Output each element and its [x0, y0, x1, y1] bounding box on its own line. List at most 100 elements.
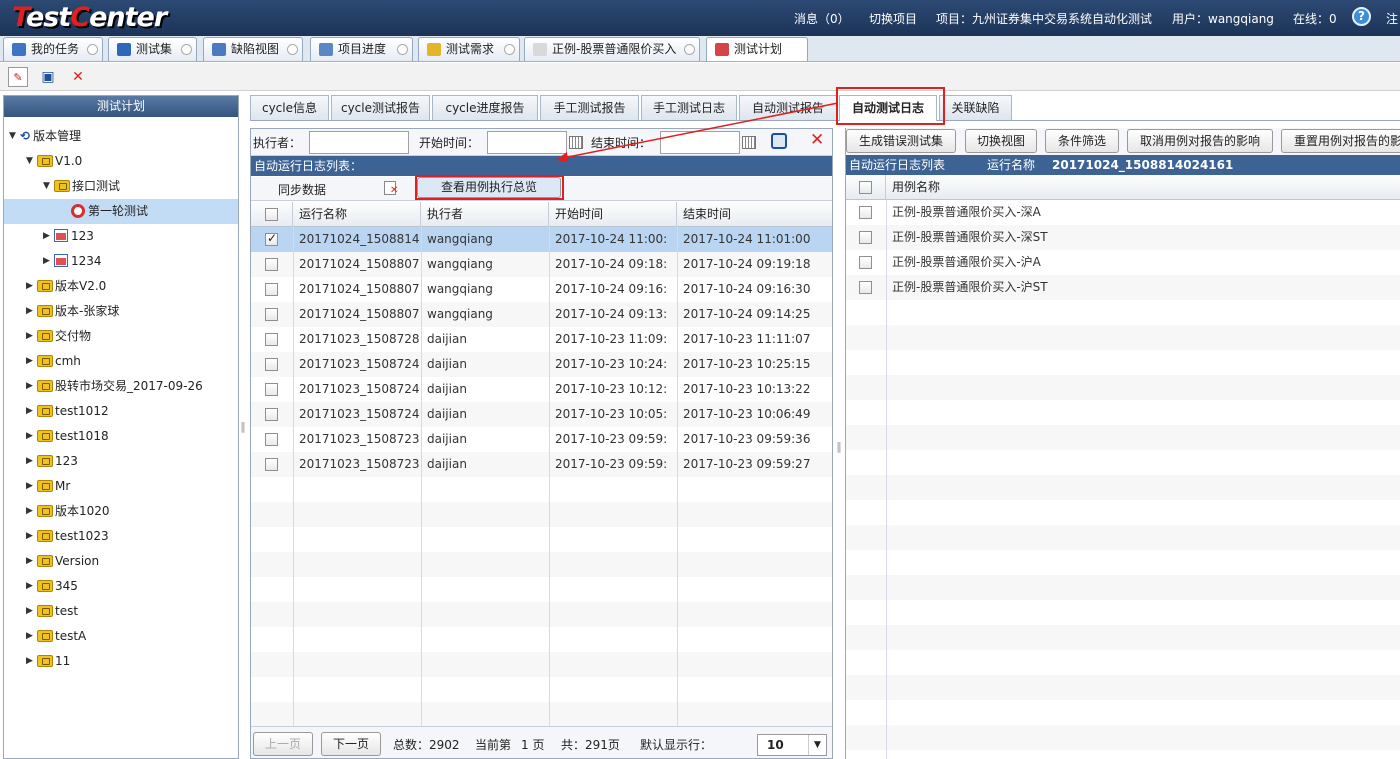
table-row[interactable]: 20171024_1508807 wangqiang 2017-10-24 09:1… [251, 302, 832, 327]
tab-related-defects[interactable]: 关联缺陷 [939, 95, 1012, 120]
start-time-input[interactable] [487, 131, 567, 154]
tree-toggle-icon[interactable]: ▶ [26, 424, 33, 449]
row-checkbox[interactable] [265, 283, 278, 296]
tree-node[interactable]: ▶ test1012 [4, 399, 238, 424]
messages-link[interactable]: 消息（0） [794, 10, 850, 27]
tree-node[interactable]: ▶ test1018 [4, 424, 238, 449]
prev-page-button[interactable]: 上一页 [253, 732, 313, 756]
tree-toggle-icon[interactable]: ▶ [26, 349, 33, 374]
tab-close-icon[interactable] [87, 44, 98, 55]
case-checkbox[interactable] [859, 206, 872, 219]
tab-test-plan[interactable]: 测试计划 [706, 37, 808, 61]
tree-toggle-icon[interactable]: ▶ [26, 649, 33, 674]
save-icon[interactable]: ▣ [38, 67, 58, 87]
page-size-select[interactable]: 10 ▼ [757, 734, 827, 756]
tree-toggle-icon[interactable]: ▶ [26, 374, 33, 399]
switch-view-button[interactable]: 切换视图 [965, 129, 1037, 153]
tree-node[interactable]: ▶ 交付物 [4, 324, 238, 349]
row-checkbox[interactable] [265, 231, 278, 246]
tree-toggle-icon[interactable]: ▶ [26, 549, 33, 574]
new-icon[interactable]: ✎ [8, 67, 28, 87]
tab-cycle-info[interactable]: cycle信息 [250, 95, 329, 120]
tab-defect-view[interactable]: 缺陷视图 [203, 37, 303, 61]
tree-toggle-icon[interactable]: ▼ [26, 149, 33, 174]
next-page-button[interactable]: 下一页 [321, 732, 381, 756]
logout-link[interactable]: 注 [1386, 10, 1398, 27]
chevron-down-icon[interactable]: ▼ [808, 735, 826, 755]
filter-conditions-button[interactable]: 条件筛选 [1045, 129, 1119, 153]
row-checkbox[interactable] [265, 333, 278, 346]
tree-node[interactable]: ▶ 11 [4, 649, 238, 674]
col-run-name[interactable]: 运行名称 [293, 202, 421, 227]
tab-my-tasks[interactable]: 我的任务 [3, 37, 103, 61]
tree-toggle-icon[interactable]: ▶ [26, 274, 33, 299]
tree-toggle-icon[interactable]: ▶ [26, 324, 33, 349]
cancel-case-impact-button[interactable]: 取消用例对报告的影响 [1127, 129, 1273, 153]
tree-node[interactable]: ▼ V1.0 [4, 149, 238, 174]
row-checkbox[interactable] [265, 383, 278, 396]
tab-close-icon[interactable] [397, 44, 408, 55]
delete-icon[interactable]: ✕ [68, 67, 88, 87]
tree-node[interactable]: ▶ 123 [4, 224, 238, 249]
tree-node[interactable]: ▶ 版本1020 [4, 499, 238, 524]
row-checkbox[interactable] [265, 258, 278, 271]
tree-toggle-icon[interactable]: ▶ [26, 399, 33, 424]
row-checkbox[interactable] [265, 408, 278, 421]
tree-node[interactable]: ▶ test [4, 599, 238, 624]
tab-test-set[interactable]: 测试集 [108, 37, 197, 61]
mid-splitter[interactable]: ‖ [836, 440, 842, 453]
case-select-all-checkbox[interactable] [859, 181, 872, 194]
tree-toggle-icon[interactable]: ▼ [9, 124, 16, 149]
calendar-icon[interactable] [569, 136, 583, 149]
tab-close-icon[interactable] [684, 44, 695, 55]
tree-toggle-icon[interactable]: ▶ [26, 624, 33, 649]
switch-project-link[interactable]: 切换项目 [869, 10, 917, 27]
executor-input[interactable] [309, 131, 409, 154]
row-checkbox[interactable] [265, 433, 278, 446]
col-case-name[interactable]: 用例名称 [886, 175, 1400, 200]
table-row[interactable]: 20171024_1508807 wangqiang 2017-10-24 09:1… [251, 252, 832, 277]
tab-auto-report[interactable]: 自动测试报告 [739, 95, 837, 120]
tree-node[interactable]: ▶ 股转市场交易_2017-09-26 [4, 374, 238, 399]
sync-data-link[interactable]: 同步数据 [278, 181, 326, 198]
tree-toggle-icon[interactable]: ▶ [43, 249, 50, 274]
tree-node[interactable]: ▼ 接口测试 [4, 174, 238, 199]
tree-node[interactable]: ▶ Mr [4, 474, 238, 499]
tree-toggle-icon[interactable]: ▶ [43, 224, 50, 249]
tab-close-icon[interactable] [504, 44, 515, 55]
tree-node[interactable]: ▶ 345 [4, 574, 238, 599]
tab-cycle-progress[interactable]: cycle进度报告 [432, 95, 538, 120]
table-row[interactable]: 20171023_1508723 daijian 2017-10-23 09:59:… [251, 427, 832, 452]
tree-node[interactable]: ▶ 版本V2.0 [4, 274, 238, 299]
table-row[interactable]: 20171024_1508807 wangqiang 2017-10-24 09:1… [251, 277, 832, 302]
tree-node[interactable]: ▶ Version [4, 549, 238, 574]
tree-node[interactable]: ▶ 123 [4, 449, 238, 474]
tab-close-icon[interactable] [287, 44, 298, 55]
tree-toggle-icon[interactable]: ▶ [26, 474, 33, 499]
generate-error-set-button[interactable]: 生成错误测试集 [846, 129, 956, 153]
tree-node[interactable]: ▶ 1234 [4, 249, 238, 274]
row-checkbox[interactable] [265, 458, 278, 471]
tree-toggle-icon[interactable]: ▶ [26, 574, 33, 599]
tree-node[interactable]: ▶ cmh [4, 349, 238, 374]
end-time-input[interactable] [660, 131, 740, 154]
tab-manual-report[interactable]: 手工测试报告 [540, 95, 639, 120]
tab-cycle-report[interactable]: cycle测试报告 [331, 95, 430, 120]
col-executor[interactable]: 执行者 [421, 202, 549, 227]
tab-manual-log[interactable]: 手工测试日志 [641, 95, 737, 120]
table-row[interactable]: 20171023_1508724 daijian 2017-10-23 10:24:… [251, 352, 832, 377]
table-row[interactable]: 20171024_1508814 wangqiang 2017-10-24 11:0… [251, 227, 832, 252]
tree-toggle-icon[interactable]: ▶ [26, 599, 33, 624]
case-row[interactable]: 正例-股票普通限价买入-深A [846, 200, 1400, 225]
col-end-time[interactable]: 结束时间 [677, 202, 832, 227]
tree-toggle-icon[interactable]: ▶ [26, 499, 33, 524]
help-icon[interactable]: ? [1352, 7, 1371, 26]
search-icon[interactable] [771, 133, 787, 149]
reset-case-impact-button[interactable]: 重置用例对报告的影响 [1281, 129, 1400, 153]
row-checkbox[interactable] [265, 358, 278, 371]
tree-node[interactable]: ▼ ⟲ 版本管理 [4, 124, 238, 149]
calendar-icon[interactable] [742, 136, 756, 149]
tree-node[interactable]: ▶ test1023 [4, 524, 238, 549]
table-row[interactable]: 20171023_1508724 daijian 2017-10-23 10:05:… [251, 402, 832, 427]
case-row[interactable]: 正例-股票普通限价买入-沪ST [846, 275, 1400, 300]
